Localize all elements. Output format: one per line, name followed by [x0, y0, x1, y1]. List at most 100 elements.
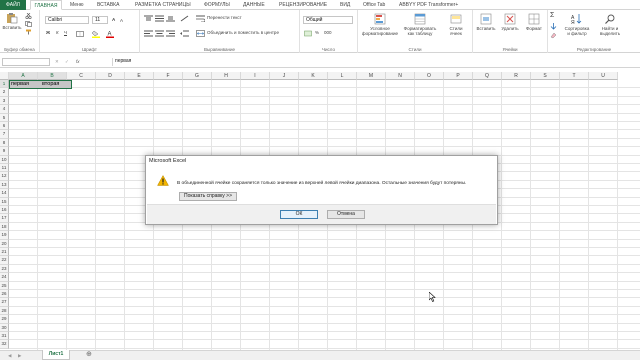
insert-cells-button[interactable]: Вставить	[475, 13, 497, 31]
row-header[interactable]: 8	[0, 138, 9, 148]
column-header[interactable]: B	[38, 72, 67, 80]
tab-page-layout[interactable]: РАЗМЕТКА СТРАНИЦЫ	[135, 0, 191, 10]
align-top-icon[interactable]	[144, 15, 153, 22]
row-header[interactable]: 27	[0, 298, 9, 307]
column-header[interactable]: N	[386, 72, 415, 80]
tab-review[interactable]: РЕЦЕНЗИРОВАНИЕ	[279, 0, 327, 10]
formula-input[interactable]: первая	[112, 58, 638, 66]
column-header[interactable]: L	[328, 72, 357, 80]
font-size-select[interactable]: 11	[92, 16, 108, 24]
align-left-icon[interactable]	[144, 30, 153, 37]
thousands-icon[interactable]: 000	[324, 30, 332, 36]
tab-file[interactable]: ФАЙЛ	[0, 0, 26, 10]
column-header[interactable]: C	[67, 72, 96, 80]
row-header[interactable]: 20	[0, 239, 9, 248]
row-header[interactable]: 6	[0, 122, 9, 131]
tab-home[interactable]: ГЛАВНАЯ	[30, 0, 62, 10]
cell-a1[interactable]: первая	[10, 80, 29, 88]
row-header[interactable]: 10	[0, 155, 9, 164]
row-header[interactable]: 12	[0, 172, 9, 181]
column-header[interactable]: U	[589, 72, 618, 80]
row-header[interactable]: 13	[0, 180, 9, 190]
row-header[interactable]: 23	[0, 264, 9, 274]
sheet-tab-1[interactable]: Лист1	[42, 350, 70, 360]
tab-data[interactable]: ДАННЫЕ	[243, 0, 265, 10]
insert-function-icon[interactable]: fx	[76, 59, 80, 65]
autosum-icon[interactable]: Σ	[550, 12, 554, 19]
align-right-icon[interactable]	[166, 30, 175, 37]
align-middle-icon[interactable]	[155, 15, 164, 22]
row-header[interactable]: 18	[0, 222, 9, 232]
conditional-formatting-button[interactable]: Условное форматирование	[361, 13, 399, 36]
merge-center-icon[interactable]	[196, 30, 205, 37]
tab-insert[interactable]: ВСТАВКА	[97, 0, 119, 10]
column-header[interactable]: F	[154, 72, 183, 80]
row-header[interactable]: 15	[0, 197, 9, 206]
row-header[interactable]: 19	[0, 231, 9, 240]
paste-button[interactable]: Вставить	[2, 12, 22, 30]
column-header[interactable]: D	[96, 72, 125, 80]
row-header[interactable]: 30	[0, 323, 9, 332]
tab-office-tab[interactable]: Office Tab	[363, 0, 385, 10]
underline-icon[interactable]: Ч	[64, 30, 67, 36]
row-header[interactable]: 28	[0, 306, 9, 316]
confirm-entry-icon[interactable]: ✓	[65, 59, 69, 65]
show-help-button[interactable]: Показать справку >>	[179, 192, 237, 201]
column-header[interactable]: R	[502, 72, 531, 80]
add-sheet-icon[interactable]: ⊕	[86, 351, 92, 358]
row-header[interactable]: 4	[0, 105, 9, 114]
row-header[interactable]: 25	[0, 281, 9, 290]
font-color-icon[interactable]: A	[106, 30, 114, 38]
column-header[interactable]: S	[531, 72, 560, 80]
fill-icon[interactable]	[550, 23, 557, 30]
column-header[interactable]: G	[183, 72, 212, 80]
row-header[interactable]: 26	[0, 290, 9, 299]
column-header[interactable]: T	[560, 72, 589, 80]
cell-b1[interactable]: вторая	[41, 80, 59, 88]
column-header[interactable]: Q	[473, 72, 502, 80]
ok-button[interactable]: ОК	[280, 210, 318, 219]
borders-icon[interactable]	[76, 31, 84, 37]
column-header[interactable]: I	[241, 72, 270, 80]
tab-formulas[interactable]: ФОРМУЛЫ	[204, 0, 230, 10]
format-painter-icon[interactable]	[25, 29, 32, 35]
column-header[interactable]: M	[357, 72, 386, 80]
row-header[interactable]: 5	[0, 113, 9, 122]
currency-icon[interactable]	[304, 30, 312, 37]
wrap-text-icon[interactable]	[196, 15, 205, 22]
bold-icon[interactable]: Ж	[46, 30, 50, 36]
row-header[interactable]: 17	[0, 214, 9, 223]
cut-icon[interactable]	[25, 13, 32, 19]
cancel-entry-icon[interactable]: ✕	[55, 59, 59, 65]
percent-icon[interactable]: %	[315, 30, 319, 36]
row-header[interactable]: 3	[0, 96, 9, 106]
column-header[interactable]: J	[270, 72, 299, 80]
column-header[interactable]: A	[9, 72, 38, 80]
column-header[interactable]: H	[212, 72, 241, 80]
fill-color-icon[interactable]	[92, 30, 100, 38]
sort-filter-button[interactable]: AЯ Сортировка и фильтр	[560, 13, 594, 36]
row-header[interactable]: 9	[0, 147, 9, 156]
next-sheet-icon[interactable]: ▶	[18, 353, 21, 359]
row-header[interactable]: 24	[0, 273, 9, 282]
name-box[interactable]	[2, 58, 50, 66]
shrink-font-icon[interactable]: A	[120, 18, 123, 24]
orientation-icon[interactable]	[180, 15, 189, 22]
row-header[interactable]: 7	[0, 130, 9, 139]
align-bottom-icon[interactable]	[166, 15, 175, 22]
wrap-text-button[interactable]: Перенести текст	[207, 15, 242, 21]
row-header[interactable]: 16	[0, 206, 9, 215]
tab-abbyy[interactable]: ABBYY PDF Transformer+	[399, 0, 458, 10]
row-header[interactable]: 32	[0, 340, 9, 349]
cell-styles-button[interactable]: Стили ячеек	[443, 13, 469, 36]
delete-cells-button[interactable]: Удалить	[499, 13, 521, 31]
align-center-icon[interactable]	[155, 30, 164, 37]
find-select-button[interactable]: Найти и выделить	[596, 13, 624, 36]
clear-icon[interactable]	[550, 32, 557, 39]
italic-icon[interactable]: К	[56, 30, 59, 36]
row-header[interactable]: 11	[0, 164, 9, 173]
tab-menu[interactable]: Меню	[70, 0, 84, 10]
row-header[interactable]: 31	[0, 332, 9, 341]
prev-sheet-icon[interactable]: ◀	[8, 353, 11, 359]
row-header[interactable]: 29	[0, 315, 9, 324]
